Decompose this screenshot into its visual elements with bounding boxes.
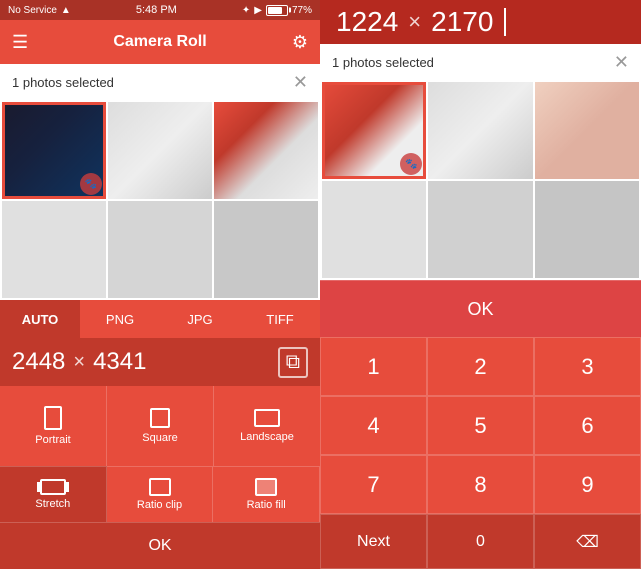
height-value: 4341 (93, 348, 146, 376)
next-button[interactable]: Next (320, 514, 427, 569)
portrait-icon (44, 406, 62, 430)
square-label: Square (142, 432, 177, 444)
time-label: 5:48 PM (136, 4, 177, 16)
right-close-button[interactable]: ✕ (614, 52, 629, 73)
format-tabs: AUTO PNG JPG TIFF (0, 300, 320, 338)
selection-bar: 1 photos selected ✕ (0, 64, 320, 100)
battery-indicator (266, 5, 288, 16)
numpad-1[interactable]: 1 (320, 337, 427, 396)
ratio-clip-icon (149, 478, 171, 496)
calc-times: × (408, 9, 421, 35)
landscape-button[interactable]: Landscape (214, 386, 320, 466)
ok-button-left[interactable]: OK (0, 522, 320, 569)
ratio-fill-icon (255, 478, 277, 496)
numpad-7[interactable]: 7 (320, 455, 427, 514)
status-bar-left: No Service ▲ 5:48 PM ✦ ▶ 77% (0, 0, 320, 20)
cursor (504, 8, 506, 36)
portrait-label: Portrait (35, 434, 70, 446)
right-panel: 1224 × 2170 1 photos selected ✕ 🐾 OK 1 2… (320, 0, 641, 569)
photo-thumb-2[interactable] (108, 102, 212, 199)
square-icon (150, 408, 170, 428)
ratio-clip-label: Ratio clip (137, 499, 182, 511)
numpad-bottom-row: Next 0 ⌫ (320, 514, 641, 569)
next-label: Next (357, 533, 390, 551)
close-selection-button[interactable]: ✕ (293, 72, 308, 93)
right-thumb-2[interactable] (428, 82, 532, 179)
right-thumb-4[interactable] (322, 181, 426, 278)
menu-button[interactable]: ☰ (12, 32, 28, 53)
photo-thumb-4[interactable] (2, 201, 106, 298)
numpad-6[interactable]: 6 (534, 396, 641, 455)
stretch-label: Stretch (35, 498, 70, 510)
right-selection-count: 1 photos selected (332, 55, 434, 70)
calc-height: 2170 (431, 6, 493, 38)
thumb-badge-1: 🐾 (80, 173, 102, 195)
numpad-8[interactable]: 8 (427, 455, 534, 514)
ok-label-left: OK (148, 537, 171, 555)
numpad-4[interactable]: 4 (320, 396, 427, 455)
calc-ok-label: OK (467, 299, 493, 320)
photo-thumb-6[interactable] (214, 201, 318, 298)
backspace-icon: ⌫ (576, 532, 599, 552)
right-thumb-3[interactable] (535, 82, 639, 179)
right-selection-bar: 1 photos selected ✕ (320, 44, 641, 80)
left-panel: No Service ▲ 5:48 PM ✦ ▶ 77% ☰ Camera Ro… (0, 0, 320, 569)
tab-jpg[interactable]: JPG (160, 300, 240, 338)
numpad-9[interactable]: 9 (534, 455, 641, 514)
square-button[interactable]: Square (107, 386, 214, 466)
header: ☰ Camera Roll ⚙ (0, 20, 320, 64)
settings-button[interactable]: ⚙ (292, 32, 308, 53)
signal-icon: ▶ (254, 5, 262, 16)
copy-icon[interactable]: ⧉ (278, 347, 308, 378)
calc-display: 1224 × 2170 (320, 0, 641, 44)
landscape-label: Landscape (240, 431, 294, 443)
landscape-icon (254, 409, 280, 427)
width-value: 2448 (12, 348, 65, 376)
wifi-icon: ▲ (61, 5, 71, 16)
right-thumb-badge: 🐾 (400, 153, 422, 175)
stretch-button[interactable]: Stretch (0, 466, 107, 522)
tab-auto[interactable]: AUTO (0, 300, 80, 338)
photo-thumb-1[interactable]: 🐾 (2, 102, 106, 199)
bluetooth-icon: ✦ (242, 5, 250, 16)
header-title: Camera Roll (28, 33, 292, 51)
photo-thumb-5[interactable] (108, 201, 212, 298)
portrait-button[interactable]: Portrait (0, 386, 107, 466)
right-thumb-6[interactable] (535, 181, 639, 278)
zero-label: 0 (476, 533, 485, 551)
ratio-clip-button[interactable]: Ratio clip (107, 466, 214, 522)
right-thumb-1[interactable]: 🐾 (322, 82, 426, 179)
times-symbol: × (73, 351, 85, 374)
photo-thumb-3[interactable] (214, 102, 318, 199)
layout-buttons-row1: Portrait Square Landscape (0, 386, 320, 466)
selection-count: 1 photos selected (12, 75, 114, 90)
numpad-0[interactable]: 0 (427, 514, 534, 569)
numpad: 1 2 3 4 5 6 7 8 9 (320, 337, 641, 514)
numpad-5[interactable]: 5 (427, 396, 534, 455)
layout-buttons-row2: Stretch Ratio clip Ratio fill (0, 466, 320, 522)
calc-width: 1224 (336, 6, 398, 38)
numpad-3[interactable]: 3 (534, 337, 641, 396)
ratio-fill-label: Ratio fill (247, 499, 286, 511)
photo-grid: 🐾 (0, 100, 320, 300)
stretch-icon (40, 479, 66, 495)
right-photo-grid: 🐾 (320, 80, 641, 280)
calc-ok-button[interactable]: OK (320, 280, 641, 337)
dimension-row: 2448 × 4341 ⧉ (0, 338, 320, 386)
ratio-fill-button[interactable]: Ratio fill (213, 466, 320, 522)
numpad-2[interactable]: 2 (427, 337, 534, 396)
service-label: No Service (8, 5, 57, 16)
tab-tiff[interactable]: TIFF (240, 300, 320, 338)
battery-label: 77% (292, 5, 312, 16)
right-thumb-5[interactable] (428, 181, 532, 278)
tab-png[interactable]: PNG (80, 300, 160, 338)
backspace-button[interactable]: ⌫ (534, 514, 641, 569)
